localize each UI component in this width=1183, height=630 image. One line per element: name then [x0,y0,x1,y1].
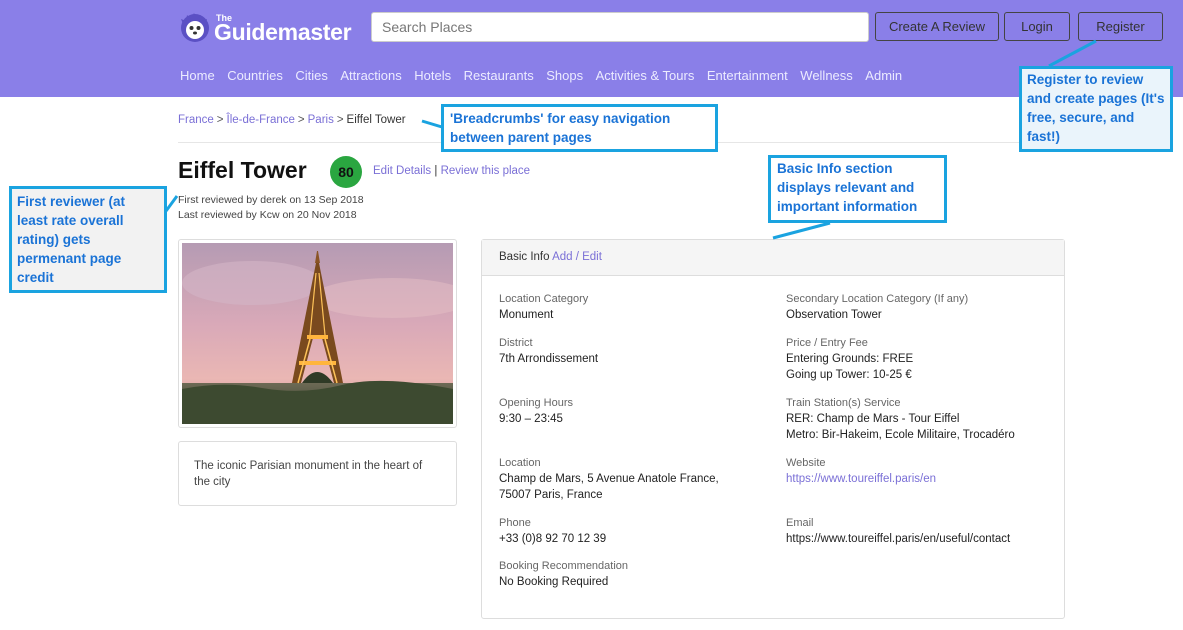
hedgehog-logo-icon [181,13,209,42]
nav-item-entertainment[interactable]: Entertainment [707,68,788,83]
breadcrumb-item-ile-de-france[interactable]: Île-de-France [227,114,295,126]
basic-info-panel: Basic Info Add / Edit Location Category … [481,239,1065,619]
place-description: The iconic Parisian monument in the hear… [178,441,457,506]
nav-item-shops[interactable]: Shops [546,68,583,83]
field-value: Monument [499,309,554,321]
nav-item-home[interactable]: Home [180,68,215,83]
nav-item-restaurants[interactable]: Restaurants [464,68,534,83]
field-secondary-category: Secondary Location Category (If any) Obs… [786,291,968,323]
last-reviewed-text: Last reviewed by Kcw on 20 Nov 2018 [178,209,357,221]
action-divider: | [434,165,438,177]
edit-details-link[interactable]: Edit Details [373,165,431,177]
field-value: 75007 Paris, France [499,489,603,501]
field-train-stations: Train Station(s) Service RER: Champ de M… [786,395,1015,443]
main-nav: Home Countries Cities Attractions Hotels… [180,68,915,83]
breadcrumb: France > Île-de-France > Paris > Eiffel Tower [178,114,406,126]
field-value: RER: Champ de Mars - Tour Eiffel [786,413,960,425]
field-value: No Booking Required [499,576,609,588]
register-button[interactable]: Register [1078,12,1163,41]
review-place-link[interactable]: Review this place [441,165,530,177]
nav-item-cities[interactable]: Cities [295,68,328,83]
nav-item-countries[interactable]: Countries [227,68,283,83]
field-label: Price / Entry Fee [786,337,868,349]
callout-basic-info: Basic Info section displays relevant and… [768,155,947,223]
nav-item-attractions[interactable]: Attractions [340,68,401,83]
nav-item-hotels[interactable]: Hotels [414,68,451,83]
field-location-category: Location Category Monument [499,291,588,323]
breadcrumb-separator: > [216,114,224,126]
site-logo[interactable]: The Guidemaster [178,10,358,46]
eiffel-tower-photo[interactable] [182,243,453,424]
place-actions: Edit Details | Review this place [373,165,530,177]
rating-score-badge: 80 [330,156,362,188]
website-link[interactable]: https://www.toureiffel.paris/en [786,471,936,487]
field-value: https://www.toureiffel.paris/en/useful/c… [786,533,1011,545]
basic-info-title: Basic Info [499,251,550,263]
field-label: Train Station(s) Service [786,397,901,409]
logo-wordmark: Guidemaster [214,19,352,45]
place-photo-card [178,239,457,428]
field-label: Website [786,457,826,469]
basic-info-header: Basic Info Add / Edit [482,240,1064,276]
breadcrumb-item-paris[interactable]: Paris [308,114,334,126]
callout-register: Register to review and create pages (It'… [1019,66,1173,152]
breadcrumb-separator: > [297,114,305,126]
nav-item-activities-tours[interactable]: Activities & Tours [596,68,695,83]
field-label: Location Category [499,293,589,305]
field-opening-hours: Opening Hours 9:30 – 23:45 [499,395,573,427]
field-value: +33 (0)8 92 70 12 39 [499,533,607,545]
breadcrumb-separator: > [336,114,344,126]
field-value: 9:30 – 23:45 [499,413,563,425]
callout-breadcrumbs: 'Breadcrumbs' for easy navigation betwee… [441,104,718,152]
callout-first-reviewer: First reviewer (at least rate overall ra… [9,186,167,293]
field-phone: Phone +33 (0)8 92 70 12 39 [499,515,606,547]
field-label: Email [786,517,814,529]
field-label: Secondary Location Category (If any) [786,293,969,305]
first-reviewed-text: First reviewed by derek on 13 Sep 2018 [178,194,364,206]
login-button[interactable]: Login [1004,12,1070,41]
field-label: Booking Recommendation [499,560,629,572]
field-value: Going up Tower: 10-25 € [786,369,912,381]
field-value: Observation Tower [786,309,882,321]
site-header: The Guidemaster Create A Review Login Re… [0,0,1183,97]
field-value: Metro: Bir-Hakeim, Ecole Militaire, Troc… [786,429,1015,441]
field-location: Location Champ de Mars, 5 Avenue Anatole… [499,455,719,503]
field-label: District [499,337,533,349]
field-label: Phone [499,517,531,529]
nav-item-wellness[interactable]: Wellness [800,68,853,83]
breadcrumb-item-france[interactable]: France [178,114,214,126]
field-value: 7th Arrondissement [499,353,599,365]
field-value: Champ de Mars, 5 Avenue Anatole France, [499,473,719,485]
field-label: Opening Hours [499,397,573,409]
field-district: District 7th Arrondissement [499,335,598,367]
field-booking: Booking Recommendation No Booking Requir… [499,558,628,590]
field-price: Price / Entry Fee Entering Grounds: FREE… [786,335,913,383]
add-edit-link[interactable]: Add / Edit [552,251,602,263]
breadcrumb-current: Eiffel Tower [346,114,406,126]
nav-item-admin[interactable]: Admin [865,68,902,83]
create-review-button[interactable]: Create A Review [875,12,999,41]
page-title: Eiffel Tower [178,157,307,183]
field-website: Website https://www.toureiffel.paris/en [786,455,936,487]
field-email: Email https://www.toureiffel.paris/en/us… [786,515,1010,547]
search-input[interactable] [371,12,869,42]
field-value: Entering Grounds: FREE [786,353,914,365]
field-label: Location [499,457,541,469]
